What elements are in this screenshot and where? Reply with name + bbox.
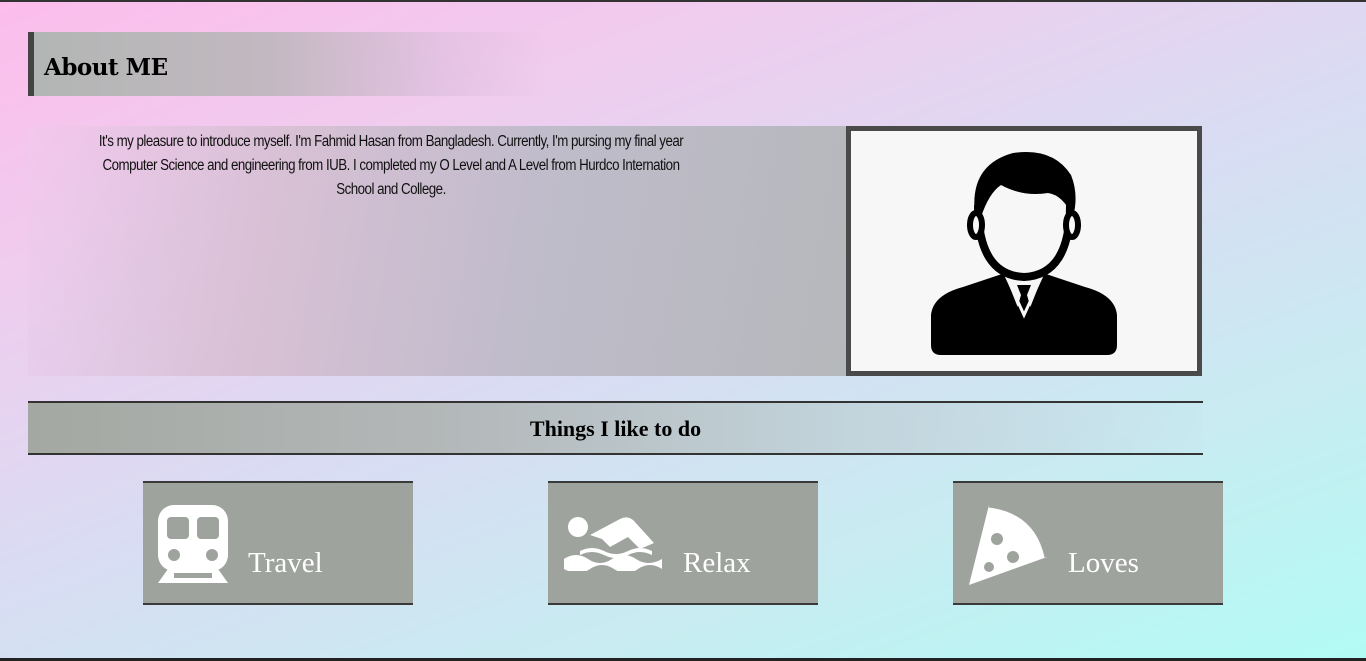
card-travel-label: Travel: [248, 547, 323, 579]
about-title: About ME: [44, 54, 168, 81]
things-header: Things I like to do: [28, 401, 1203, 455]
page-top-border: [0, 0, 1366, 2]
swimmer-icon: [564, 517, 662, 571]
about-description-panel: It's my pleasure to introduce myself. I'…: [28, 126, 848, 376]
subway-icon: [158, 505, 228, 583]
pizza-slice-icon: [969, 502, 1050, 585]
card-loves-label: Loves: [1068, 547, 1139, 579]
card-loves[interactable]: Loves: [953, 481, 1223, 605]
about-header: About ME: [28, 32, 548, 96]
card-relax[interactable]: Relax: [548, 481, 818, 605]
user-tie-icon: [931, 151, 1117, 355]
portrait-frame: [846, 126, 1202, 376]
things-title: Things I like to do: [529, 416, 702, 441]
card-travel[interactable]: Travel: [143, 481, 413, 605]
card-relax-label: Relax: [683, 547, 751, 579]
about-text: It's my pleasure to introduce myself. I'…: [98, 133, 684, 198]
